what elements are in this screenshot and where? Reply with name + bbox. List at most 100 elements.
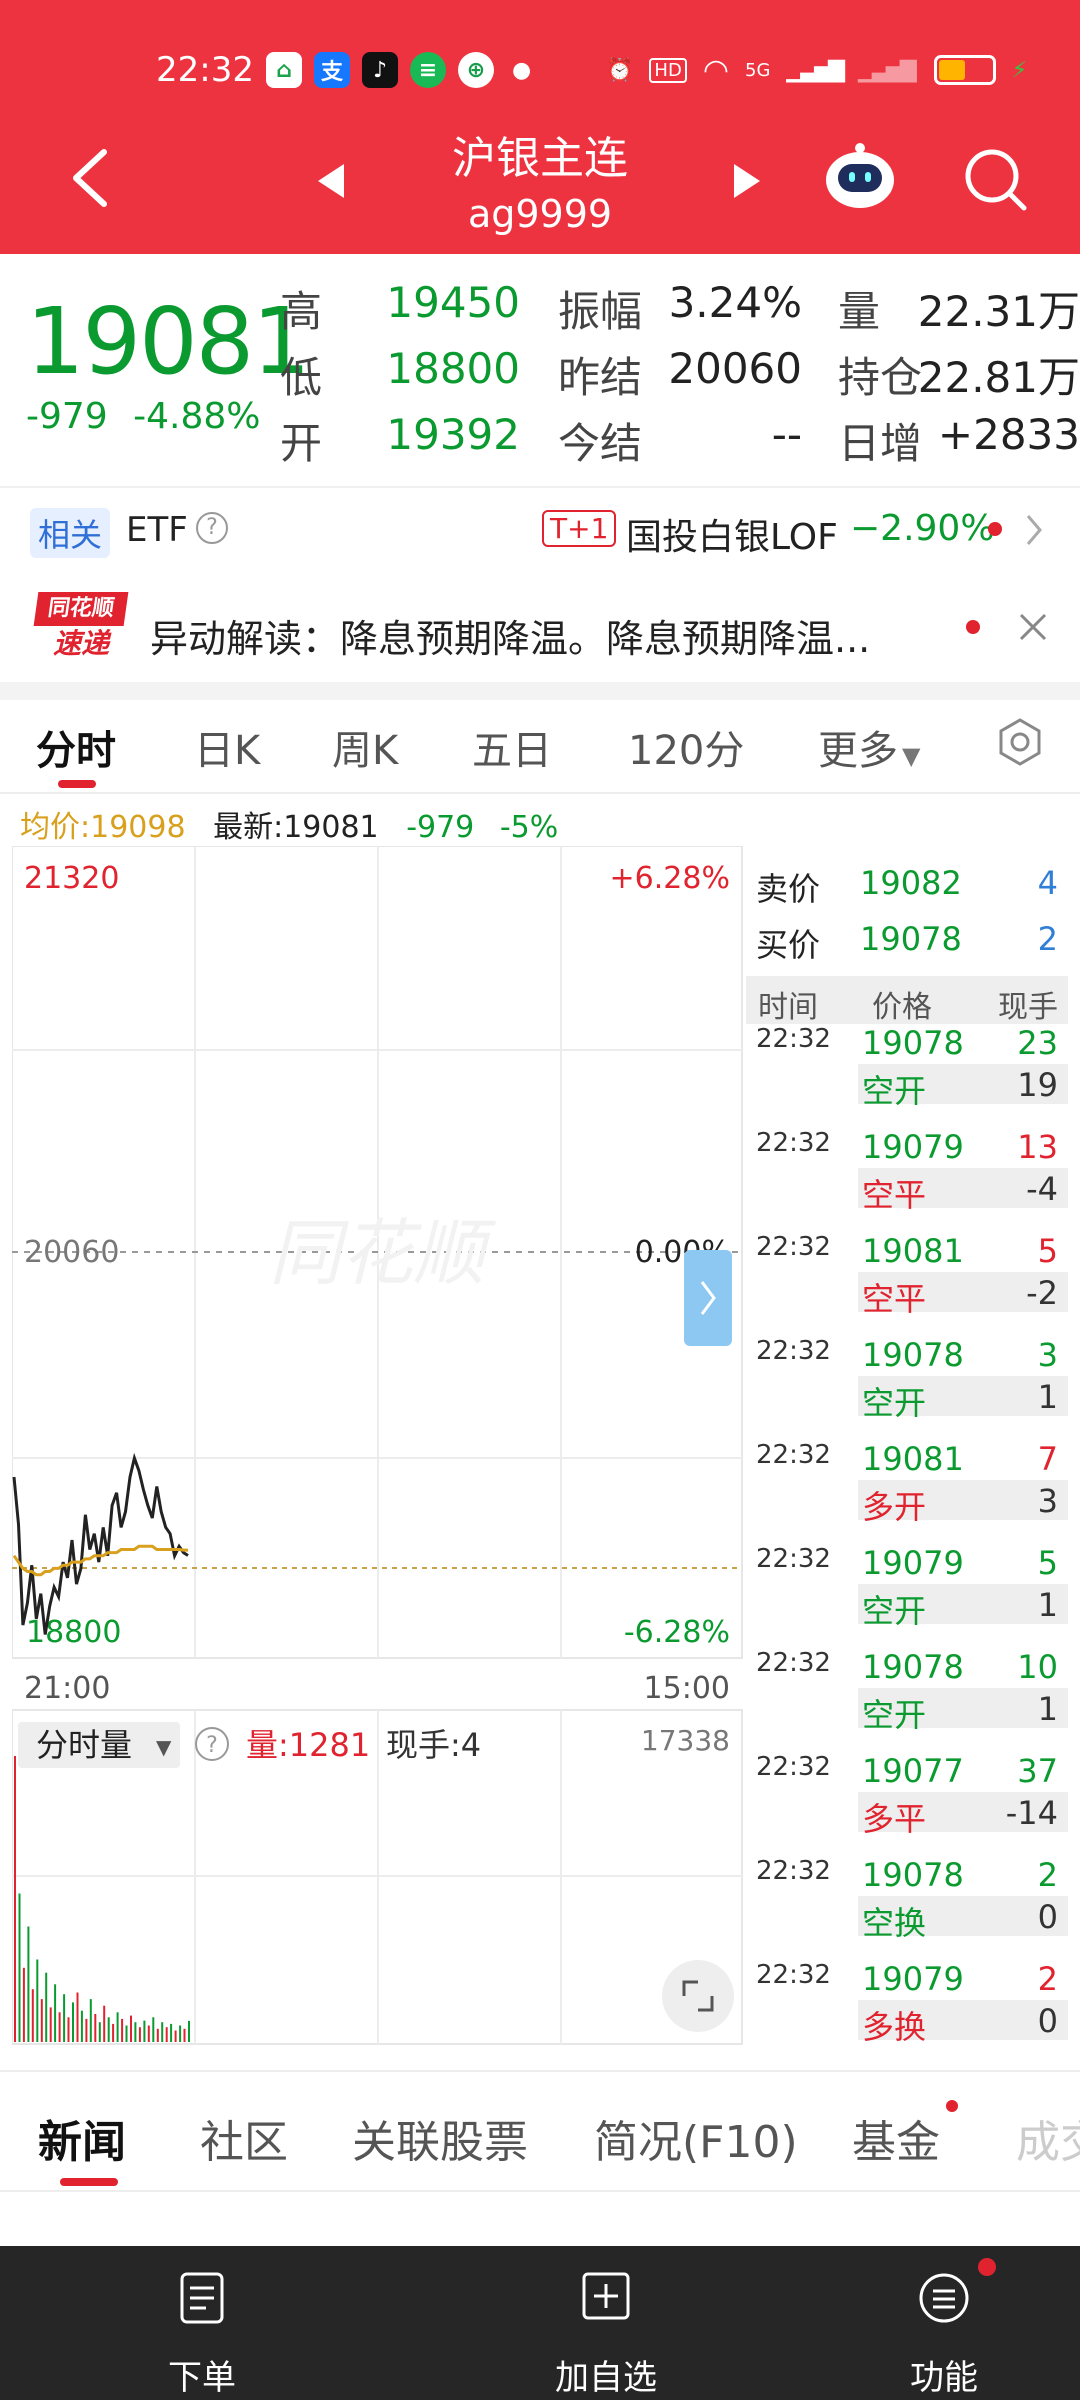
trade-kind: 空开 (862, 1592, 927, 1630)
trade-price: 19081 (862, 1232, 964, 1270)
volume-bar (147, 2025, 150, 2042)
trade-oi-change: 1 (1037, 1690, 1058, 1728)
trade-kind: 空平 (862, 1176, 927, 1214)
close-icon[interactable] (1018, 612, 1048, 642)
stat-value-prev-settle: 20060 (668, 344, 802, 393)
tab-intraday[interactable]: 分时 (36, 718, 116, 776)
next-contract-icon[interactable] (734, 164, 760, 198)
volume-bar (103, 2005, 106, 2042)
trade-price: 19078 (862, 1024, 964, 1062)
trade-oi-change: 0 (1037, 2002, 1058, 2040)
content-tabs: 新闻 社区 关联股票 简况(F10) 基金 成交 (0, 2070, 1080, 2192)
volume-bar (112, 2023, 115, 2042)
avg-price: 均价:19098 (20, 810, 186, 845)
top-pct-label: +6.28% (610, 861, 730, 896)
volume-bar (183, 2028, 186, 2042)
trade-oi-change: -14 (1005, 1794, 1058, 1832)
etf-label: ETF (126, 510, 188, 550)
tab-daily-k[interactable]: 日K (194, 718, 260, 776)
stat-label: 今结 (558, 419, 643, 468)
trade-time: 22:32 (756, 1752, 831, 1782)
latest-change: -979 (406, 810, 475, 845)
trade-qty: 5 (1037, 1544, 1058, 1582)
news-flash-bar[interactable]: 同花顺 速递 异动解读：降息预期降温。降息预期降温... (0, 578, 1080, 678)
battery-icon (933, 55, 996, 85)
fullscreen-button[interactable] (662, 1960, 734, 2032)
tab-fund[interactable]: 基金 (852, 2106, 940, 2170)
place-order-button[interactable]: 下单 (102, 2246, 302, 2400)
trade-row: 22:32 19078 10 空开 1 (746, 1648, 1068, 1752)
red-dot-icon (988, 522, 1002, 536)
add-watchlist-button[interactable]: 加自选 (506, 2246, 706, 2400)
bottom-pct-label: -6.28% (624, 1615, 730, 1650)
volume-bar (152, 2017, 155, 2042)
trade-time: 22:32 (756, 1440, 831, 1470)
stat-label: 昨结 (558, 353, 643, 402)
tab-more[interactable]: 更多 ▼ (818, 718, 920, 776)
trade-qty: 3 (1037, 1336, 1058, 1374)
order-document-icon (180, 2272, 224, 2324)
trade-price: 19079 (862, 1128, 964, 1166)
sell-label: 卖价 (756, 870, 821, 908)
trade-row: 22:32 19079 13 空平 -4 (746, 1128, 1068, 1232)
volume-bar (174, 2030, 177, 2042)
chevron-right-icon[interactable] (1024, 512, 1044, 548)
active-tab-indicator (60, 2178, 118, 2186)
volume-bar (80, 2010, 83, 2042)
app-header: 22:32 ⌂ 支 ♪ ≡ ⊕ ● ⏰ HD ◠ 5G ▁▃▅▇ ▁▃▅▇ ⚡ … (0, 0, 1080, 254)
trade-oi-change: 19 (1017, 1066, 1058, 1104)
tab-related-stocks[interactable]: 关联股票 (352, 2106, 528, 2170)
latest-price: 最新:19081 (213, 810, 379, 845)
mid-price-label: 20060 (24, 1235, 119, 1270)
last-price: 19081 (26, 288, 311, 395)
settings-icon[interactable] (994, 716, 1046, 768)
stat-value-high: 19450 (386, 278, 520, 327)
trade-time: 22:32 (756, 1336, 831, 1366)
trade-row: 22:32 19081 7 多开 3 (746, 1440, 1068, 1544)
active-tab-indicator (58, 780, 96, 788)
trade-qty: 7 (1037, 1440, 1058, 1478)
volume-bar (89, 1999, 92, 2042)
related-etf-bar[interactable]: 相关 ETF ? T+1 国投白银LOF −2.90% (0, 486, 1080, 576)
volume-bar (40, 1999, 43, 2042)
bottom-price-label: 18800 (26, 1615, 121, 1650)
stat-label: 开 (280, 419, 323, 468)
tab-f10[interactable]: 简况(F10) (594, 2106, 798, 2170)
trade-qty: 5 (1037, 1232, 1058, 1270)
bottom-toolbar: 下单 加自选 功能 (0, 2246, 1080, 2400)
caret-down-icon: ▼ (902, 742, 921, 770)
intraday-chart[interactable]: 同花顺 21320 +6.28% 20060 0.00% 18800 -6.28… (12, 846, 746, 2048)
tab-120min[interactable]: 120分 (628, 718, 744, 776)
volume-selector-label: 分时量 (36, 1726, 132, 1764)
previous-contract-icon[interactable] (318, 164, 344, 198)
status-bar: 22:32 ⌂ 支 ♪ ≡ ⊕ ● (156, 48, 531, 92)
tab-news[interactable]: 新闻 (38, 2106, 126, 2170)
home-app-icon: ⌂ (265, 52, 302, 88)
trade-oi-change: 1 (1037, 1378, 1058, 1416)
tab-five-day[interactable]: 五日 (472, 718, 552, 776)
tab-weekly-k[interactable]: 周K (332, 718, 398, 776)
search-icon[interactable] (962, 146, 1028, 212)
red-dot-icon (978, 2258, 996, 2276)
volume-bar (170, 2023, 173, 2042)
trade-qty: 10 (1017, 1648, 1058, 1686)
back-icon[interactable] (70, 148, 110, 208)
price-line (12, 1452, 189, 1635)
trades-list[interactable]: 22:32 19078 23 空开 19 22:32 19079 13 空平 -4 22:32 190… (746, 1024, 1068, 2048)
order-book-panel: 卖价 19082 4 买价 19078 2 时间 价格 现手 22:32 1907… (746, 852, 1068, 2048)
end-time-label: 15:00 (644, 1671, 730, 1706)
help-icon[interactable]: ? (196, 512, 228, 544)
expand-orders-button[interactable] (684, 1250, 732, 1346)
volume-bar (22, 1967, 25, 2042)
buy-price: 19078 (860, 920, 962, 958)
tab-community[interactable]: 社区 (200, 2106, 288, 2170)
price-series (12, 1452, 189, 1635)
volume-bar (67, 2017, 70, 2042)
volume-bar (156, 2028, 159, 2042)
functions-button[interactable]: 功能 (844, 2246, 1044, 2400)
alarm-icon: ⏰ (606, 57, 634, 83)
assistant-robot-icon[interactable] (822, 140, 898, 212)
tab-trades[interactable]: 成交 (1016, 2106, 1080, 2170)
trade-oi-change: -2 (1026, 1274, 1058, 1312)
add-watchlist-label: 加自选 (555, 2358, 657, 2398)
